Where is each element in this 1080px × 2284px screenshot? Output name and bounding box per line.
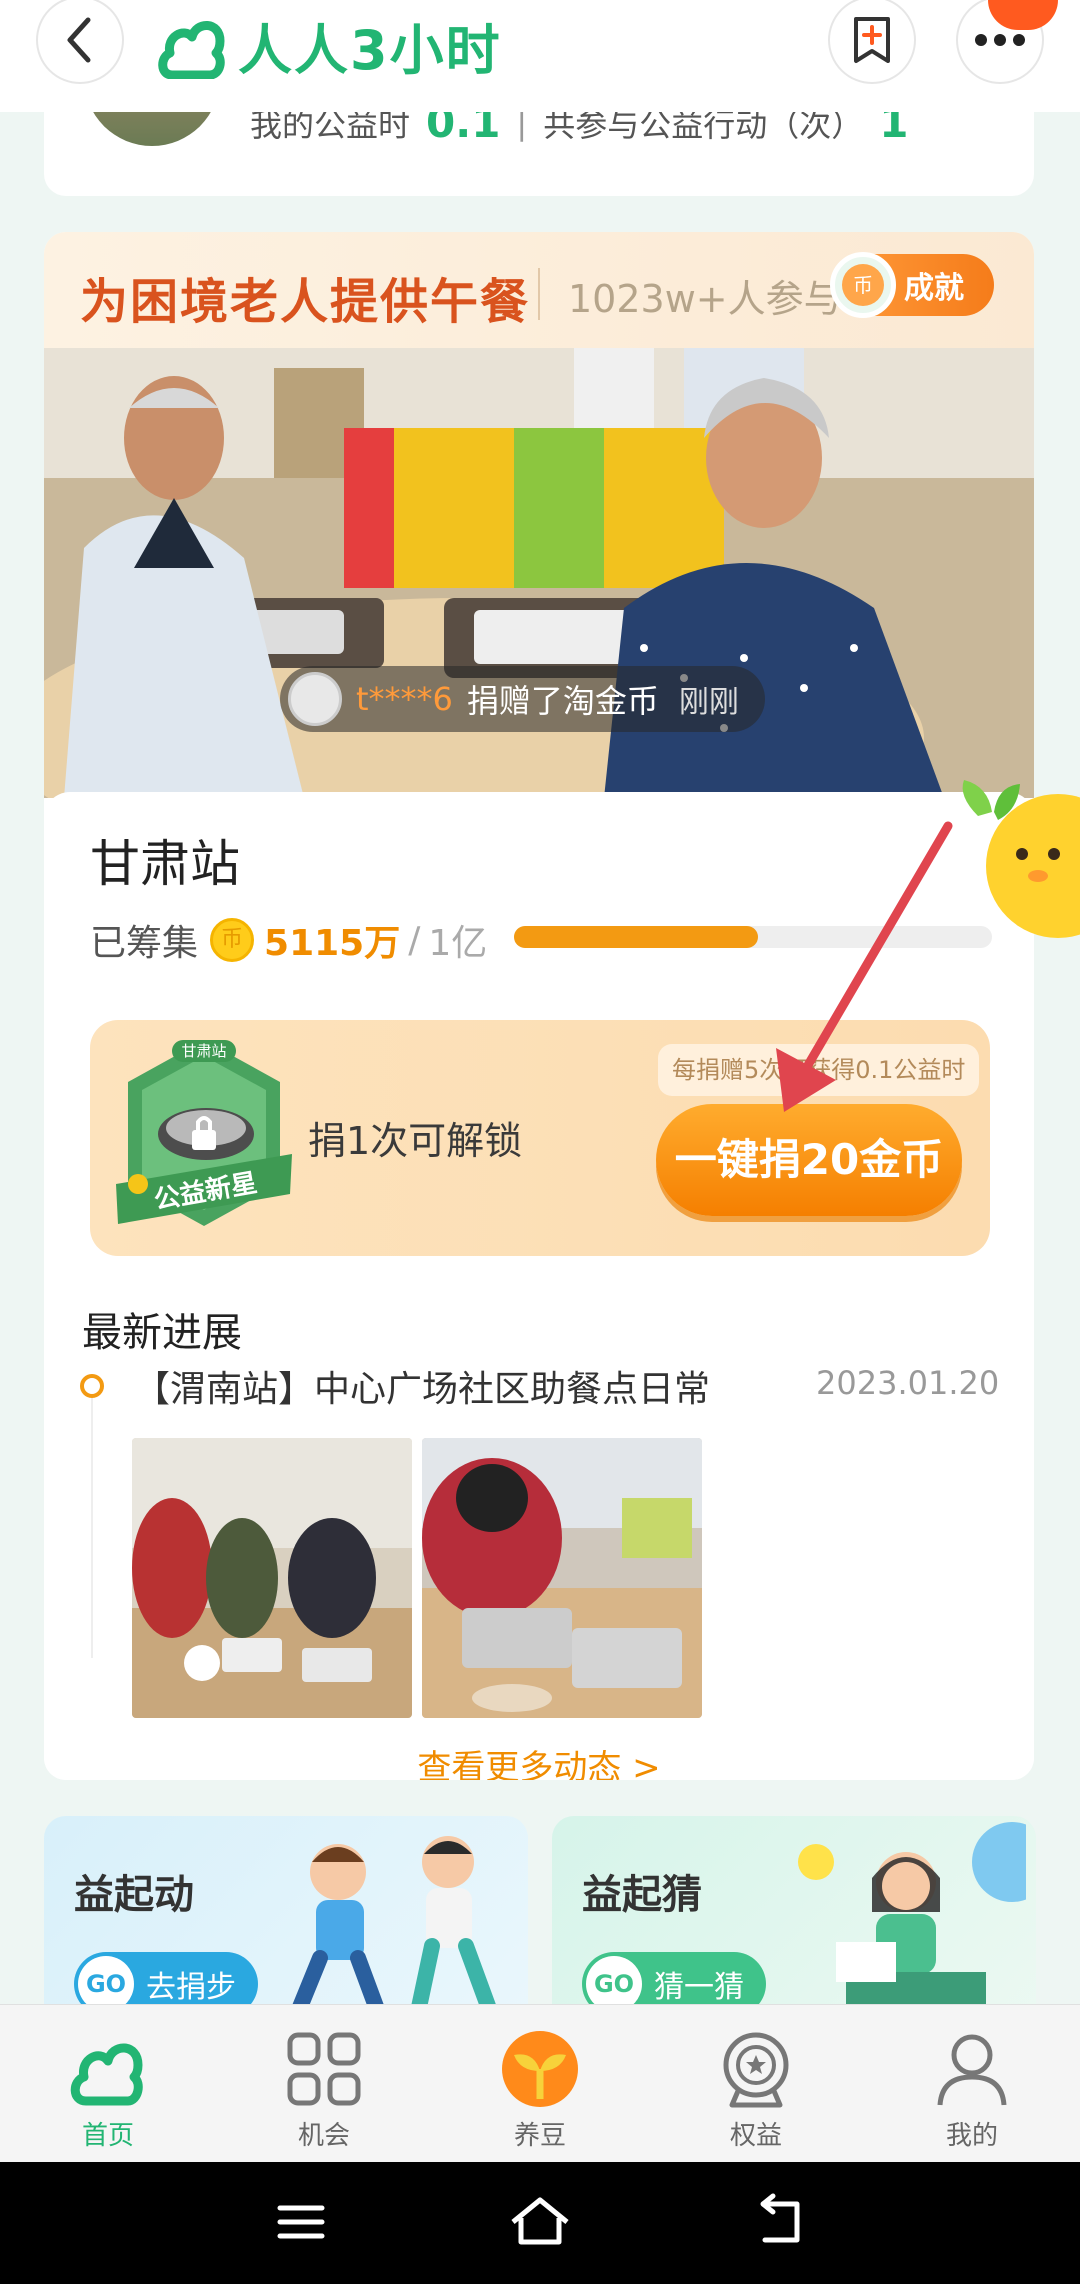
back-button[interactable] (36, 0, 124, 84)
view-more-updates-link[interactable]: 查看更多动态 > (44, 1740, 1034, 1780)
gold-coin-icon: 币 (210, 918, 255, 962)
donor-name: t****6 (356, 680, 453, 718)
header-divider (538, 268, 540, 320)
station-name: 甘肃站 (90, 835, 240, 893)
mini-card-title: 益起动 (74, 1872, 194, 1918)
project-body: 甘肃站 已筹集 币 5115万 / 1亿 甘肃站 公益新星 捐1次可解锁 每捐赠… (44, 792, 1034, 1780)
one-click-donate-button[interactable]: 一键捐20金币 (656, 1104, 962, 1216)
mini-card-title: 益起猜 (582, 1872, 702, 1918)
sprout-icon (502, 2031, 578, 2107)
walk-donate-card[interactable]: 益起动 GO 去捐步 (44, 1816, 528, 2036)
nav-home[interactable]: 首页 (0, 2005, 216, 2163)
latest-progress-title: 最新进展 (82, 1310, 242, 1356)
donate-hint: 每捐赠5次可获得0.1公益时 (658, 1044, 980, 1096)
home-icon[interactable] (505, 2192, 575, 2252)
top-bar: 人人3小时 (0, 0, 1080, 112)
raised-summary: 已筹集 币 5115万 / 1亿 (90, 914, 487, 966)
mini-button-label: 猜一猜 (654, 1970, 744, 2005)
donor-avatar (288, 672, 342, 726)
nav-grow-beans[interactable]: 养豆 (432, 2005, 648, 2163)
medal-top-text: 甘肃站 (181, 1042, 226, 1060)
bookmark-button[interactable] (828, 0, 916, 84)
star-badge-icon (723, 2032, 789, 2108)
nav-label: 权益 (729, 2121, 782, 2151)
raised-label: 已筹集 (90, 923, 199, 964)
donor-time: 刚刚 (678, 685, 739, 720)
charity-star-medal-icon: 甘肃站 公益新星 (116, 1040, 292, 1226)
menu-icon[interactable] (266, 2192, 336, 2252)
mini-button-label: 去捐步 (146, 1970, 236, 2005)
mascot-chick-icon[interactable] (958, 776, 1080, 956)
news-photo[interactable] (422, 1438, 702, 1718)
timeline-dot (80, 1374, 104, 1398)
bottom-navigation: 首页 机会 养豆 权益 我的 (0, 2004, 1080, 2162)
system-back-icon[interactable] (745, 2192, 815, 2252)
donor-action: 捐赠了淘金币 (466, 682, 659, 720)
nav-label: 机会 (297, 2121, 350, 2151)
app-name: 人人3小时 (238, 19, 502, 82)
project-header: 为困境老人提供午餐 1023w+人参与 币 成就 (44, 232, 1034, 352)
nav-opportunities[interactable]: 机会 (216, 2005, 432, 2163)
participants-count: 1023w+人参与 (568, 277, 842, 321)
unlock-panel: 甘肃站 公益新星 捐1次可解锁 每捐赠5次可获得0.1公益时 一键捐20金币 (90, 1020, 990, 1256)
coin-icon: 币 (830, 252, 896, 318)
nav-label: 首页 (81, 2121, 134, 2151)
donation-ticker: t****6 捐赠了淘金币 刚刚 (280, 666, 765, 732)
raised-separator: / (408, 919, 421, 961)
nav-profile[interactable]: 我的 (864, 2005, 1080, 2163)
bookmark-plus-icon (854, 17, 890, 63)
nav-label: 我的 (945, 2121, 998, 2151)
person-icon (937, 2034, 1007, 2106)
progress-fill (514, 926, 758, 948)
app-logo: 人人3小时 (158, 6, 502, 85)
fundraising-progress-bar (514, 926, 992, 948)
unlock-text: 捐1次可解锁 (308, 1119, 523, 1163)
nav-benefits[interactable]: 权益 (648, 2005, 864, 2163)
more-dots-icon (975, 34, 1025, 46)
guess-game-card[interactable]: 益起猜 GO 猜一猜 (552, 1816, 1036, 2036)
project-photo: t****6 捐赠了淘金币 刚刚 (44, 348, 1034, 798)
cloud-logo-icon (158, 20, 225, 79)
news-photo[interactable] (132, 1438, 412, 1718)
project-title: 为困境老人提供午餐 (80, 274, 531, 330)
raised-target: 1亿 (428, 923, 488, 964)
achievement-button[interactable]: 币 成就 (830, 252, 994, 318)
news-headline[interactable]: 【渭南站】中心广场社区助餐点日常 (134, 1360, 710, 1412)
project-card: 为困境老人提供午餐 1023w+人参与 币 成就 t****6 捐赠了淘金币 刚… (44, 232, 1034, 1780)
nav-label: 养豆 (513, 2121, 566, 2151)
home-cloud-icon (70, 2043, 143, 2106)
news-date: 2023.01.20 (816, 1364, 1000, 1402)
back-chevron-icon (67, 17, 91, 63)
raised-amount: 5115万 (264, 923, 401, 964)
system-navigation-bar (0, 2162, 1080, 2284)
achievement-label: 成就 (904, 271, 964, 306)
timeline-line (91, 1398, 93, 1658)
grid-icon (287, 2032, 361, 2106)
